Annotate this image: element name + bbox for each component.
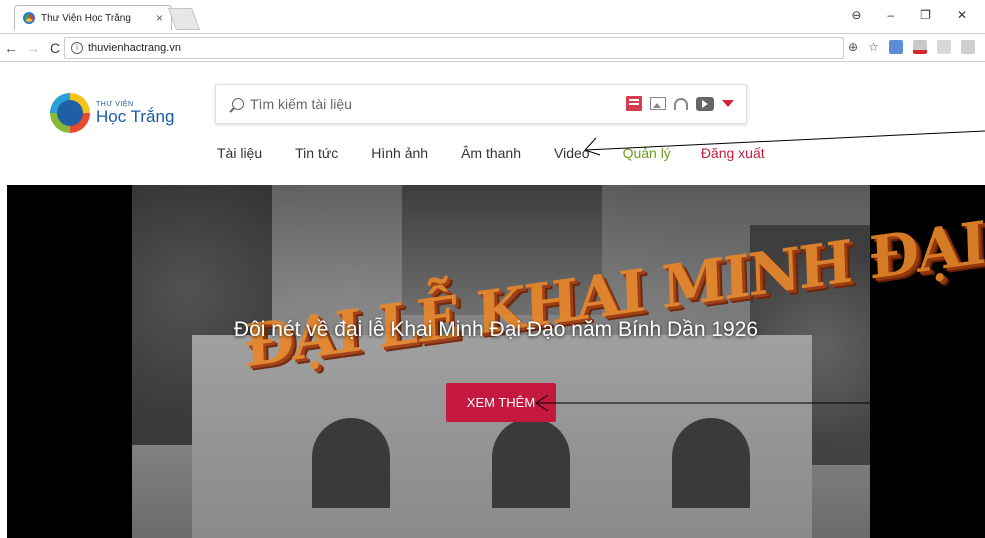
extension-icon-3[interactable] <box>936 40 951 54</box>
close-window-button[interactable]: ✕ <box>957 8 967 22</box>
read-more-button[interactable]: XEM THÊM <box>446 383 556 422</box>
nav-item-documents[interactable]: Tài liệu <box>217 145 262 161</box>
search-type-filters <box>626 96 734 111</box>
nav-item-logout[interactable]: Đăng xuất <box>701 145 765 161</box>
logo-big-text: Học Trắng <box>96 106 175 126</box>
url-text: thuvienhactrang.vn <box>88 42 181 54</box>
main-nav: Tài liệu Tin tức Hình ảnh Âm thanh Video… <box>217 145 765 161</box>
tab-title: Thư Viện Học Trắng <box>41 12 131 24</box>
favicon-icon <box>23 12 35 24</box>
nav-item-images[interactable]: Hình ảnh <box>371 145 428 161</box>
document-icon[interactable] <box>626 96 642 111</box>
zoom-icon[interactable]: ⊕ <box>848 40 858 54</box>
bookmark-star-icon[interactable]: ☆ <box>868 40 879 54</box>
nav-item-manage[interactable]: Quản lý <box>623 145 671 161</box>
tab-strip: Thư Viện Học Trắng × ⊖ – ❐ ✕ <box>0 0 985 34</box>
site-logo[interactable]: THƯ VIỆN Học Trắng <box>50 93 174 133</box>
back-arrow-icon[interactable]: ← <box>0 40 22 56</box>
video-icon[interactable] <box>696 96 714 111</box>
hero-title: Đôi nét về đại lễ Khai Minh Đại Đạo năm … <box>233 318 759 341</box>
profile-icon[interactable]: ⊖ <box>851 8 861 22</box>
minimize-button[interactable]: – <box>887 8 894 22</box>
hero-photo: ĐẠI LỄ KHAI MINH ĐẠI ĐẠO <box>132 185 985 538</box>
extensions-area: ⊕ ☆ <box>848 40 985 54</box>
logo-icon <box>50 93 90 133</box>
site-header: THƯ VIỆN Học Trắng Tìm kiếm tài liệu Tài… <box>7 63 985 185</box>
tab-close-icon[interactable]: × <box>156 11 163 25</box>
new-tab-button[interactable] <box>167 8 201 30</box>
caret-down-icon[interactable] <box>722 100 734 107</box>
search-placeholder: Tìm kiếm tài liệu <box>250 96 352 112</box>
forward-arrow-icon[interactable]: → <box>22 40 44 56</box>
browser-tab[interactable]: Thư Viện Học Trắng × <box>14 5 172 30</box>
reload-icon[interactable]: C <box>44 40 66 56</box>
nav-item-audio[interactable]: Âm thanh <box>461 145 521 161</box>
search-input[interactable]: Tìm kiếm tài liệu <box>215 84 747 124</box>
search-icon <box>232 98 244 110</box>
browser-window: Thư Viện Học Trắng × ⊖ – ❐ ✕ ← → C i thu… <box>0 0 985 538</box>
extension-icon-2[interactable] <box>912 40 927 54</box>
extension-icon-4[interactable] <box>960 40 975 54</box>
nav-item-news[interactable]: Tin tức <box>295 145 338 161</box>
hero-banner: ĐẠI LỄ KHAI MINH ĐẠI ĐẠO Đôi nét về đại … <box>7 185 985 538</box>
info-icon[interactable]: i <box>71 42 83 54</box>
browser-toolbar: ← → C i thuvienhactrang.vn ⊕ ☆ <box>0 34 985 62</box>
headphone-icon[interactable] <box>674 97 688 110</box>
image-icon[interactable] <box>650 97 666 110</box>
window-controls: ⊖ – ❐ ✕ <box>851 8 985 22</box>
extension-icon-1[interactable] <box>888 40 903 54</box>
address-bar[interactable]: i thuvienhactrang.vn <box>64 37 844 59</box>
nav-item-video[interactable]: Video <box>554 145 590 161</box>
restore-button[interactable]: ❐ <box>920 8 931 22</box>
